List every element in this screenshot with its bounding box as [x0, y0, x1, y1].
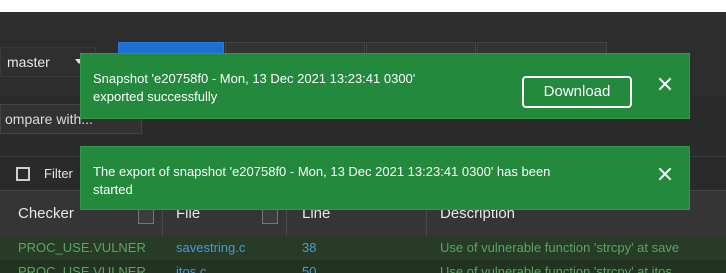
toast-message-line: Snapshot 'e20758f0 - Mon, 13 Dec 2021 13…: [93, 71, 416, 86]
toast-message-line: exported successfully: [93, 89, 218, 104]
toast-message: The export of snapshot 'e20758f0 - Mon, …: [93, 163, 613, 199]
chevron-down-icon[interactable]: [262, 208, 278, 224]
filter-label[interactable]: Filter: [44, 166, 73, 181]
branch-label: master: [7, 54, 50, 70]
cell-checker: PROC_USE.VULNER: [18, 264, 146, 273]
filter-icon[interactable]: [16, 167, 30, 181]
table-row[interactable]: PROC_USE.VULNER savestring.c 38 Use of v…: [0, 236, 726, 260]
close-icon[interactable]: [658, 77, 672, 91]
cell-line-link[interactable]: 50: [302, 264, 422, 273]
cell-line-link[interactable]: 38: [302, 240, 422, 255]
toast-message-line: The export of snapshot 'e20758f0 - Mon, …: [93, 164, 551, 179]
close-icon[interactable]: [658, 167, 672, 181]
cell-checker: PROC_USE.VULNER: [18, 240, 146, 255]
screen: master ompare with... Filter Checker Fil…: [0, 0, 726, 273]
toast-message: Snapshot 'e20758f0 - Mon, 13 Dec 2021 13…: [93, 70, 513, 106]
toast-message-line: started: [93, 182, 133, 197]
column-header-checker[interactable]: Checker: [18, 205, 74, 222]
export-success-toast: Snapshot 'e20758f0 - Mon, 13 Dec 2021 13…: [80, 53, 690, 119]
chevron-down-icon[interactable]: [138, 208, 154, 224]
table-row[interactable]: PROC_USE.VULNER itos.c 50 Use of vulnera…: [0, 260, 726, 273]
cell-file-link[interactable]: itos.c: [176, 264, 286, 273]
cell-description: Use of vulnerable function 'strcpy' at s…: [440, 240, 680, 255]
cell-file-link[interactable]: savestring.c: [176, 240, 286, 255]
export-started-toast: The export of snapshot 'e20758f0 - Mon, …: [80, 146, 690, 210]
cell-description: Use of vulnerable function 'strcpy' at i…: [440, 264, 676, 273]
app-window: master ompare with... Filter Checker Fil…: [0, 12, 726, 273]
download-button[interactable]: Download: [522, 76, 632, 108]
